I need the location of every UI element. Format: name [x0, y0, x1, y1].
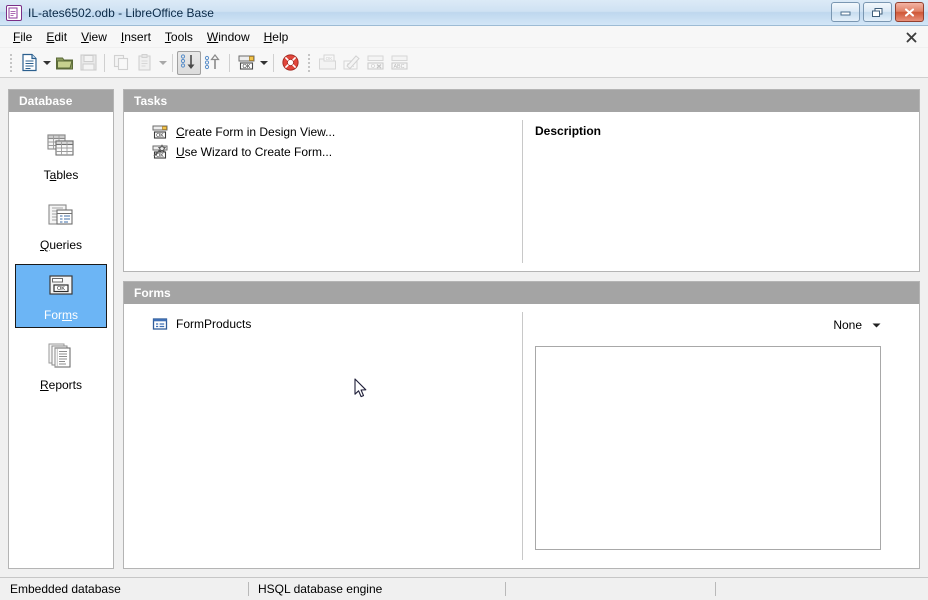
list-item-label: FormProducts [176, 317, 252, 331]
menu-tools[interactable]: Tools [158, 27, 200, 47]
new-document-dropdown-arrow[interactable] [41, 51, 52, 75]
task-use-wizard-create-form[interactable]: OK Use Wizard to Create Form... [152, 144, 522, 160]
sidebar-item-tables[interactable]: Tables [15, 124, 107, 188]
task-label: Use Wizard to Create Form... [176, 145, 333, 159]
forms-panel: Forms FormProducts None [123, 281, 920, 569]
edit-form-icon: OK [339, 51, 363, 75]
main-toolbar: OK OK OK O [0, 48, 928, 78]
toolbar-separator [172, 53, 173, 72]
window-controls [831, 2, 924, 22]
wizard-icon: OK [152, 144, 168, 160]
forms-list: FormProducts [124, 304, 522, 568]
preview-box[interactable] [535, 346, 881, 550]
restore-button[interactable] [863, 2, 892, 22]
form-ok-icon[interactable]: OK [234, 51, 258, 75]
open-form-icon: OK [315, 51, 339, 75]
menu-insert[interactable]: Insert [114, 27, 158, 47]
help-lifering-icon[interactable] [278, 51, 302, 75]
sidebar-item-forms[interactable]: OK Forms [15, 264, 107, 328]
menu-view[interactable]: View [74, 27, 114, 47]
menu-file[interactable]: File [6, 27, 39, 47]
new-document-icon[interactable] [17, 51, 41, 75]
form-preview-pane: None [523, 304, 919, 568]
forms-panel-body: FormProducts None [124, 304, 919, 568]
sidebar-item-label: Reports [39, 378, 83, 392]
menu-help[interactable]: Help [257, 27, 296, 47]
window-titlebar: IL-ates6502.odb - LibreOffice Base [0, 0, 928, 26]
sidebar-item-list: Tables Queries OK Forms Reports [9, 112, 113, 404]
form-document-icon [152, 316, 168, 332]
status-blank-2 [715, 578, 928, 600]
menu-window[interactable]: Window [200, 27, 257, 47]
statusbar: Embedded database HSQL database engine [0, 577, 928, 600]
preview-toolbar: None [535, 316, 911, 334]
tasks-panel-body: OK Create Form in Design View... OK Use … [124, 112, 919, 271]
sidebar-item-queries[interactable]: Queries [15, 194, 107, 258]
status-database-engine: HSQL database engine [248, 578, 505, 600]
chevron-down-icon[interactable] [872, 318, 881, 332]
status-database-type: Embedded database [10, 582, 121, 596]
sidebar-item-reports[interactable]: Reports [15, 334, 107, 398]
form-object-dropdown-arrow[interactable] [258, 51, 269, 75]
sidebar-item-label: Forms [44, 308, 78, 322]
save-floppy-icon [76, 51, 100, 75]
forms-panel-header: Forms [124, 282, 919, 304]
menu-edit[interactable]: Edit [39, 27, 74, 47]
base-document-icon [6, 4, 22, 21]
task-label: Create Form in Design View... [176, 125, 336, 139]
tasks-panel: Tasks OK Create Form in Design View... O… [123, 89, 920, 272]
svg-text:OK: OK [57, 286, 65, 292]
status-blank-1 [505, 578, 715, 600]
svg-text:OK: OK [156, 133, 164, 139]
rename-form-icon: ABC [387, 51, 411, 75]
workspace: Database Tables Queries OK Forms Reports… [0, 81, 928, 577]
svg-text:ABC: ABC [393, 64, 404, 70]
toolbar-grip[interactable] [7, 53, 14, 73]
open-folder-icon[interactable] [52, 51, 76, 75]
menubar: File Edit View Insert Tools Window Help [0, 26, 928, 48]
description-title: Description [535, 124, 602, 138]
delete-form-icon: O [363, 51, 387, 75]
close-document-icon[interactable] [903, 29, 919, 45]
design-view-icon: OK [152, 124, 168, 140]
sidebar-header: Database [9, 90, 113, 112]
svg-text:OK: OK [242, 64, 250, 70]
toolbar-grip-secondary[interactable] [305, 53, 312, 73]
window-title: IL-ates6502.odb - LibreOffice Base [28, 5, 214, 20]
queries-icon [44, 201, 78, 231]
toolbar-separator [104, 53, 105, 72]
task-list: OK Create Form in Design View... OK Use … [124, 112, 522, 271]
sidebar-item-label: Queries [39, 238, 83, 252]
content-column: Tasks OK Create Form in Design View... O… [123, 89, 920, 569]
svg-text:O: O [371, 64, 375, 70]
sort-descending-icon[interactable] [201, 51, 225, 75]
copy-icon [109, 51, 133, 75]
preview-mode-label: None [833, 318, 862, 332]
minimize-button[interactable] [831, 2, 860, 22]
description-pane: Description [523, 112, 919, 271]
task-create-form-design-view[interactable]: OK Create Form in Design View... [152, 124, 522, 140]
forms-icon: OK [44, 271, 78, 301]
toolbar-separator [229, 53, 230, 72]
toolbar-separator [273, 53, 274, 72]
list-item[interactable]: FormProducts [152, 316, 522, 332]
sort-ascending-icon[interactable] [177, 50, 201, 75]
sidebar-item-label: Tables [43, 168, 79, 182]
paste-dropdown-arrow [157, 51, 168, 75]
tables-icon [44, 131, 78, 161]
reports-icon [44, 341, 78, 371]
svg-text:OK: OK [156, 153, 164, 159]
database-sidebar: Database Tables Queries OK Forms Reports [8, 89, 114, 569]
close-button[interactable] [895, 2, 924, 22]
tasks-panel-header: Tasks [124, 90, 919, 112]
paste-clipboard-icon [133, 51, 157, 75]
svg-text:OK: OK [325, 56, 333, 61]
